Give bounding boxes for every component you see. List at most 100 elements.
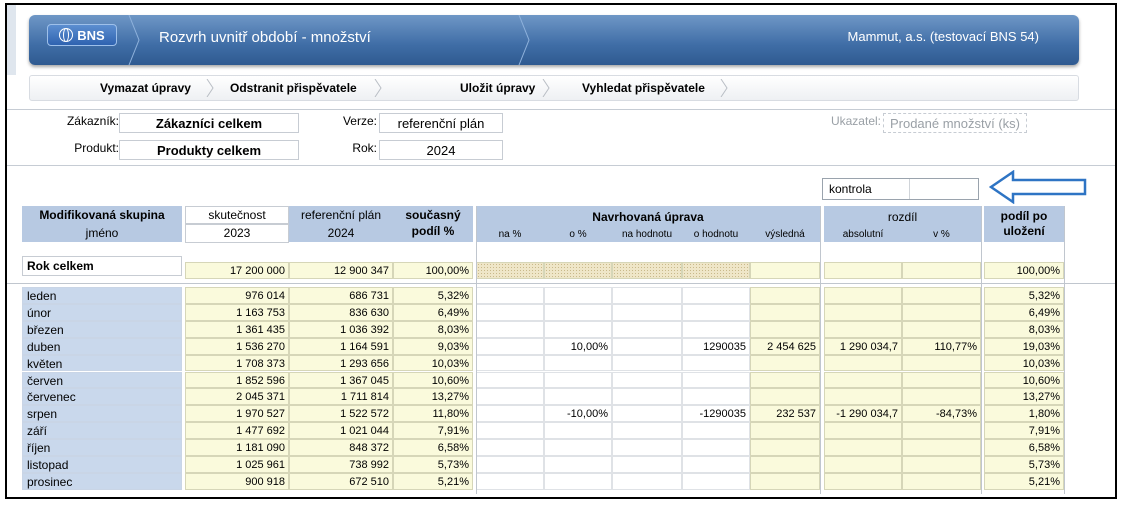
v-pct-cell bbox=[902, 422, 981, 440]
na-pct-input[interactable] bbox=[476, 303, 544, 321]
o-pct-input[interactable] bbox=[544, 354, 612, 372]
clear-adjustments-button[interactable]: Vymazat úpravy bbox=[100, 81, 191, 95]
total-o-value[interactable] bbox=[682, 262, 750, 279]
o-value-input[interactable] bbox=[682, 354, 750, 372]
result-cell bbox=[750, 422, 820, 440]
result-cell bbox=[750, 472, 820, 490]
o-pct-input[interactable]: -10,00% bbox=[544, 405, 612, 423]
plan-cell: 848 372 bbox=[289, 439, 393, 456]
result-cell: 2 454 625 bbox=[750, 337, 820, 355]
na-pct-input[interactable] bbox=[476, 354, 544, 372]
o-value-input[interactable] bbox=[682, 320, 750, 338]
allocation-table: Modifikovaná skupina jméno skutečnost 20… bbox=[7, 206, 1115, 501]
after-share-cell: 6,49% bbox=[984, 303, 1064, 321]
na-pct-input[interactable] bbox=[476, 439, 544, 456]
save-adjustments-button[interactable]: Uložit úpravy bbox=[460, 81, 535, 95]
na-pct-input[interactable] bbox=[476, 371, 544, 389]
o-pct-input[interactable] bbox=[544, 388, 612, 406]
brand-label: BNS bbox=[77, 27, 105, 43]
o-value-input[interactable] bbox=[682, 456, 750, 473]
side-strip bbox=[7, 5, 16, 75]
share-cell: 9,03% bbox=[393, 337, 473, 355]
o-value-input[interactable] bbox=[682, 388, 750, 406]
na-pct-input[interactable] bbox=[476, 287, 544, 304]
header-actual: skutečnost bbox=[185, 206, 289, 224]
o-value-input[interactable] bbox=[682, 303, 750, 321]
na-value-input[interactable] bbox=[612, 439, 682, 456]
plan-cell: 738 992 bbox=[289, 456, 393, 473]
o-pct-input[interactable] bbox=[544, 439, 612, 456]
divider bbox=[981, 206, 982, 494]
o-pct-input[interactable] bbox=[544, 371, 612, 389]
after-share-cell: 10,03% bbox=[984, 354, 1064, 372]
na-value-input[interactable] bbox=[612, 456, 682, 473]
na-value-input[interactable] bbox=[612, 287, 682, 304]
na-value-input[interactable] bbox=[612, 337, 682, 355]
na-value-input[interactable] bbox=[612, 320, 682, 338]
na-pct-input[interactable] bbox=[476, 422, 544, 440]
absolute-cell bbox=[824, 287, 902, 304]
actual-cell: 900 918 bbox=[185, 472, 289, 490]
o-pct-input[interactable]: 10,00% bbox=[544, 337, 612, 355]
na-pct-input[interactable] bbox=[476, 456, 544, 473]
na-value-input[interactable] bbox=[612, 354, 682, 372]
na-value-input[interactable] bbox=[612, 472, 682, 490]
remove-contributor-button[interactable]: Odstranit přispěvatele bbox=[230, 81, 357, 95]
share-cell: 6,49% bbox=[393, 303, 473, 321]
header-group: Modifikovaná skupina bbox=[22, 206, 182, 224]
v-pct-cell bbox=[902, 303, 981, 321]
o-pct-input[interactable] bbox=[544, 320, 612, 338]
na-value-input[interactable] bbox=[612, 422, 682, 440]
month-name: prosinec bbox=[22, 472, 182, 490]
result-cell bbox=[750, 354, 820, 372]
o-pct-input[interactable] bbox=[544, 472, 612, 490]
find-contributor-button[interactable]: Vyhledat přispěvatele bbox=[582, 81, 705, 95]
total-after: 100,00% bbox=[984, 262, 1064, 279]
total-share: 100,00% bbox=[393, 262, 473, 279]
after-share-cell: 5,21% bbox=[984, 472, 1064, 490]
header-share: současný bbox=[393, 206, 473, 224]
o-value-input[interactable]: -1290035 bbox=[682, 405, 750, 423]
plan-cell: 1 164 591 bbox=[289, 337, 393, 355]
o-pct-input[interactable] bbox=[544, 422, 612, 440]
o-value-input[interactable] bbox=[682, 472, 750, 490]
o-value-input[interactable] bbox=[682, 371, 750, 389]
o-value-input[interactable]: 1290035 bbox=[682, 337, 750, 355]
year-field[interactable]: 2024 bbox=[379, 140, 503, 160]
na-value-input[interactable] bbox=[612, 371, 682, 389]
indicator-label: Ukazatel: bbox=[830, 114, 881, 128]
na-value-input[interactable] bbox=[612, 405, 682, 423]
actual-cell: 976 014 bbox=[185, 287, 289, 304]
o-pct-input[interactable] bbox=[544, 287, 612, 304]
after-share-cell: 7,91% bbox=[984, 422, 1064, 440]
month-name: květen bbox=[22, 354, 182, 372]
na-value-input[interactable] bbox=[612, 388, 682, 406]
o-pct-input[interactable] bbox=[544, 456, 612, 473]
na-value-input[interactable] bbox=[612, 303, 682, 321]
total-na-value[interactable] bbox=[612, 262, 682, 279]
total-actual: 17 200 000 bbox=[185, 262, 289, 279]
customer-field[interactable]: Zákazníci celkem bbox=[119, 113, 299, 133]
share-cell: 13,27% bbox=[393, 388, 473, 406]
total-na-pct[interactable] bbox=[476, 262, 544, 279]
o-value-input[interactable] bbox=[682, 422, 750, 440]
plan-cell: 1 293 656 bbox=[289, 354, 393, 372]
na-pct-input[interactable] bbox=[476, 405, 544, 423]
na-pct-input[interactable] bbox=[476, 337, 544, 355]
indicator-field[interactable]: Prodané množství (ks) bbox=[883, 113, 1027, 133]
absolute-cell bbox=[824, 388, 902, 406]
o-pct-input[interactable] bbox=[544, 303, 612, 321]
total-o-pct[interactable] bbox=[544, 262, 612, 279]
o-value-input[interactable] bbox=[682, 287, 750, 304]
total-absolute bbox=[824, 262, 902, 279]
o-value-input[interactable] bbox=[682, 439, 750, 456]
after-share-cell: 10,60% bbox=[984, 371, 1064, 389]
na-pct-input[interactable] bbox=[476, 320, 544, 338]
v-pct-cell bbox=[902, 472, 981, 490]
bns-logo-button[interactable]: BNS bbox=[47, 24, 117, 46]
na-pct-input[interactable] bbox=[476, 388, 544, 406]
product-field[interactable]: Produkty celkem bbox=[119, 140, 299, 160]
version-label: Verze: bbox=[342, 114, 377, 128]
version-field[interactable]: referenční plán bbox=[379, 113, 503, 133]
na-pct-input[interactable] bbox=[476, 472, 544, 490]
